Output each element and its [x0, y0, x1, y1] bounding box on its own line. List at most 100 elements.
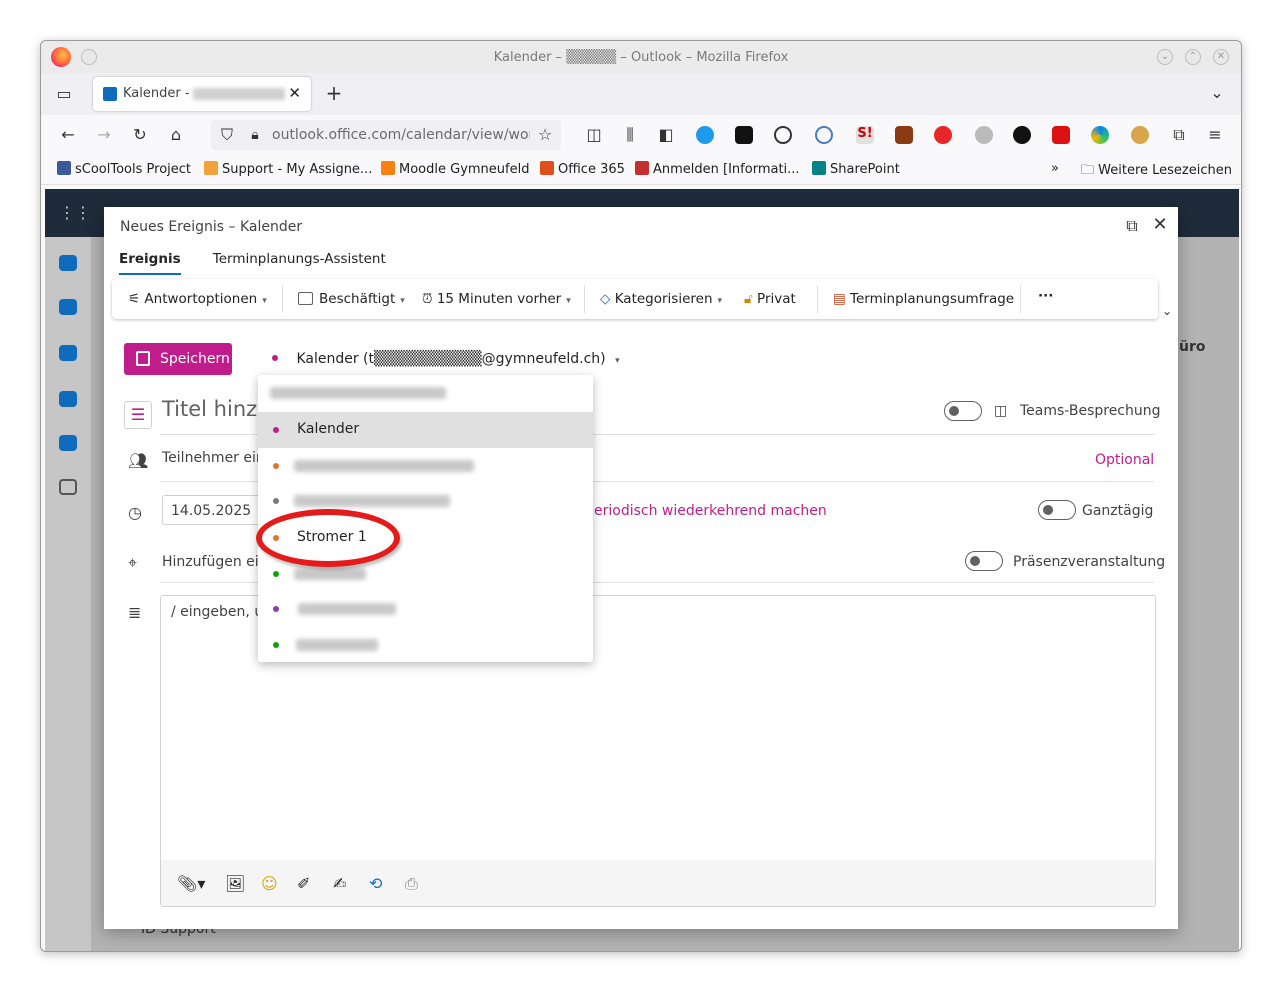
people-icon[interactable]: [59, 345, 77, 361]
calendar-selector[interactable]: Kalender (t▒▒▒▒▒▒▒▒▒▒@gymneufeld.ch) ▾: [272, 351, 620, 367]
forward-icon[interactable]: →: [94, 125, 114, 145]
url-text[interactable]: outlook.office.com/calendar/view/work: [272, 127, 530, 143]
menu-icon[interactable]: ≡: [1205, 125, 1225, 145]
title-icon: ☰: [124, 401, 152, 429]
bookmark-star-icon[interactable]: ☆: [535, 125, 555, 145]
lock-icon[interactable]: 🔒︎: [245, 125, 265, 145]
calendar-name-redacted: [296, 639, 378, 651]
tab-kalender[interactable]: Kalender - ✕: [93, 77, 311, 111]
app-launcher-icon[interactable]: ⋮⋮: [59, 203, 91, 223]
title-input[interactable]: Titel hinzu: [162, 397, 270, 421]
tab-overview-icon[interactable]: ▭: [54, 84, 74, 104]
ribbon-expand-icon[interactable]: ⌄: [1157, 301, 1177, 321]
list-tabs-icon[interactable]: ⌄: [1207, 83, 1227, 103]
extension-red-icon[interactable]: [1052, 126, 1070, 144]
calendar-option[interactable]: Kalender: [258, 412, 593, 448]
save-button[interactable]: Speichern: [124, 343, 232, 375]
adblock-icon[interactable]: [934, 126, 952, 144]
calendar-option[interactable]: [258, 448, 593, 484]
todo-icon[interactable]: [59, 391, 77, 407]
all-day-toggle[interactable]: [1038, 500, 1076, 520]
body-placeholder: / eingeben, u: [171, 604, 264, 620]
apps-icon[interactable]: [59, 479, 77, 495]
sidebar-icon[interactable]: ◧: [656, 125, 676, 145]
busy-icon: [298, 292, 313, 305]
close-tab-icon[interactable]: ✕: [288, 84, 301, 102]
calendar-name-redacted: [294, 495, 450, 507]
response-options-button[interactable]: ⚟ Antwortoptionen ▾: [128, 291, 267, 307]
extension-search-icon[interactable]: [774, 126, 792, 144]
url-bar[interactable]: ⛉ 🔒︎ outlook.office.com/calendar/view/wo…: [211, 120, 561, 150]
calendar-color-dot: [273, 498, 279, 504]
extension-avatar-icon[interactable]: [1131, 126, 1149, 144]
tab-ereignis[interactable]: Ereignis: [119, 251, 181, 275]
close-window-button[interactable]: ✕: [1213, 49, 1229, 65]
bookmark-office365[interactable]: Office 365: [540, 161, 625, 177]
bookmark-anmelden[interactable]: Anmelden [Informati...: [635, 161, 800, 177]
extension-globe-icon[interactable]: [815, 126, 833, 144]
calendar-option[interactable]: [258, 627, 593, 662]
pocket-icon[interactable]: ◫: [584, 125, 604, 145]
bookmark-support[interactable]: Support - My Assigne...: [204, 161, 372, 177]
emoji-icon[interactable]: ☺: [261, 874, 278, 893]
minimize-button[interactable]: ⌄: [1157, 49, 1173, 65]
alarm-icon: ⏰︎: [422, 291, 437, 307]
reload-icon[interactable]: ↻: [130, 125, 150, 145]
back-icon[interactable]: ←: [58, 125, 78, 145]
extension-notes-icon[interactable]: [735, 126, 753, 144]
home-icon[interactable]: ⌂: [166, 125, 186, 145]
reminder-button[interactable]: ⏰︎ 15 Minuten vorher ▾: [422, 291, 571, 307]
location-icon: ⌖: [128, 553, 138, 572]
lock-icon: 🔓︎: [744, 291, 758, 307]
more-options-button[interactable]: ···: [1038, 288, 1053, 304]
ribbon-divider: [817, 285, 818, 313]
popout-icon[interactable]: ⧉: [1122, 216, 1142, 236]
calendar-option[interactable]: [258, 591, 593, 627]
chevron-down-icon: ▾: [566, 296, 571, 306]
start-date-input[interactable]: 14.05.2025: [162, 495, 262, 525]
insert-file-icon[interactable]: ⎙: [405, 874, 418, 894]
categorize-button[interactable]: ◇ Kategorisieren ▾: [600, 291, 722, 307]
make-recurring-link[interactable]: eriodisch wiederkehrend machen: [594, 503, 827, 519]
extension-grey-icon[interactable]: [975, 126, 993, 144]
tab-scheduling-assistant[interactable]: Terminplanungs-Assistent: [213, 251, 386, 267]
library-icon[interactable]: ⫼: [620, 125, 640, 145]
extension-puzzle-icon[interactable]: [895, 126, 913, 144]
calendar-icon[interactable]: [59, 299, 77, 315]
signature-icon[interactable]: ✍︎: [333, 874, 346, 893]
extension-sync-icon[interactable]: [696, 126, 714, 144]
teams-toggle[interactable]: [944, 401, 982, 421]
close-dialog-icon[interactable]: ✕: [1150, 215, 1170, 235]
nav-bar: ← → ↻ ⌂ ⛉ 🔒︎ outlook.office.com/calendar…: [41, 115, 1241, 155]
maximize-button[interactable]: ⌃: [1185, 49, 1201, 65]
extension-copilot-icon[interactable]: [1091, 126, 1109, 144]
extension-s-icon[interactable]: S!: [856, 126, 874, 144]
onedrive-icon[interactable]: [59, 435, 77, 451]
ribbon-divider: [1020, 285, 1021, 313]
in-person-toggle[interactable]: [965, 551, 1003, 571]
format-icon[interactable]: ✐: [297, 874, 310, 893]
busy-status-button[interactable]: Beschäftigt ▾: [298, 291, 405, 307]
extension-t-icon[interactable]: [1013, 126, 1031, 144]
bookmark-moodle[interactable]: Moodle Gymneufeld: [381, 161, 529, 177]
tab-title-redacted: [193, 88, 285, 100]
image-icon[interactable]: 🖼︎: [225, 874, 245, 893]
in-person-label: Präsenzveranstaltung: [1013, 554, 1166, 570]
extensions-icon[interactable]: ⧉: [1169, 125, 1189, 145]
loop-icon[interactable]: ⟲: [369, 874, 382, 893]
bookmarks-overflow-icon[interactable]: »: [1051, 161, 1059, 176]
shield-icon[interactable]: ⛉: [217, 125, 237, 145]
bookmark-support-icon: [204, 161, 218, 175]
new-tab-button[interactable]: +: [324, 83, 344, 103]
calendar-color-dot: [273, 606, 279, 612]
other-bookmarks[interactable]: 🗀︎ Weitere Lesezeichen: [1081, 161, 1232, 183]
optional-link[interactable]: Optional: [1095, 452, 1154, 468]
bookmark-scooltools[interactable]: sCoolTools Project: [57, 161, 191, 177]
window-title: Kalender – ▒▒▒▒▒ – Outlook – Mozilla Fir…: [493, 50, 789, 65]
attach-icon[interactable]: 📎︎▾: [177, 874, 205, 893]
bookmark-sharepoint[interactable]: SharePoint: [812, 161, 900, 177]
chevron-down-icon: ▾: [400, 296, 405, 306]
scheduling-poll-button[interactable]: ▤ Terminplanungsumfrage: [833, 291, 1014, 307]
private-button[interactable]: 🔓︎ Privat: [744, 291, 796, 307]
mail-icon[interactable]: [59, 255, 77, 271]
